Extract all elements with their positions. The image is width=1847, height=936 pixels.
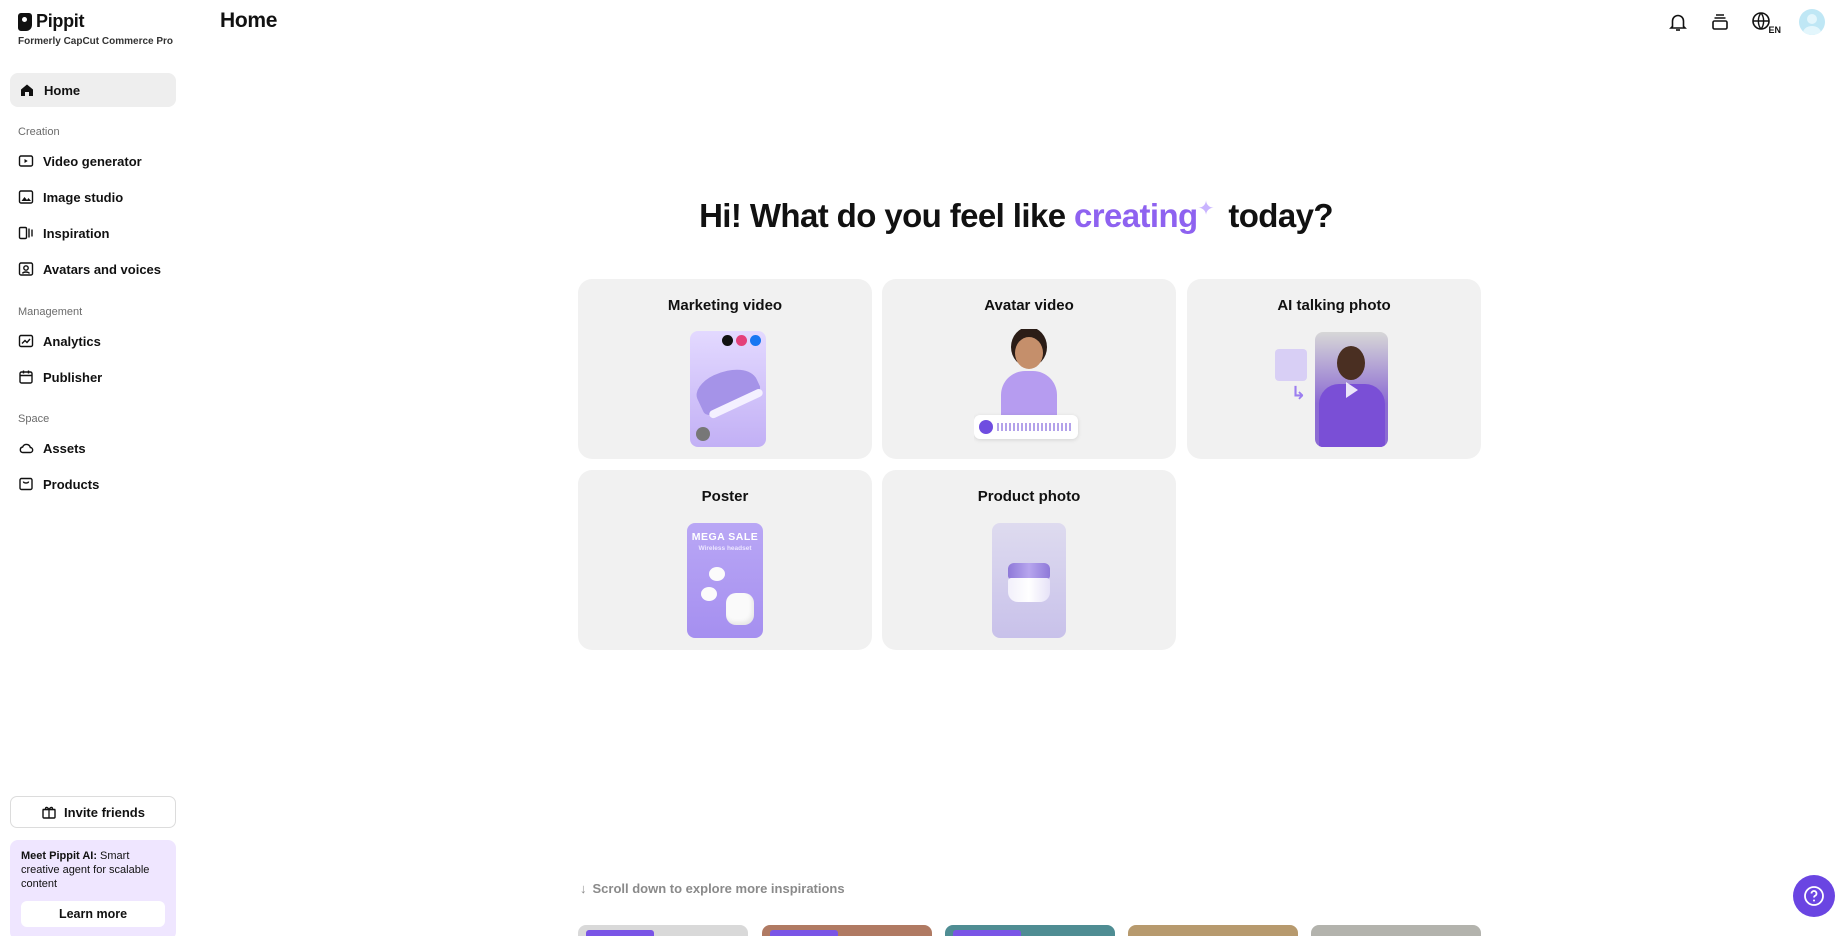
- play-icon: [1346, 382, 1358, 398]
- voice-waveform: [974, 415, 1078, 439]
- card-title: Product photo: [977, 488, 1081, 505]
- cloud-icon: [18, 440, 34, 456]
- sidebar-item-label: Avatars and voices: [43, 261, 162, 277]
- sidebar-item-analytics[interactable]: Analytics: [18, 331, 101, 351]
- play-icon: [696, 427, 710, 441]
- avatar-voice-icon: [18, 261, 34, 277]
- app-root: Pippit Formerly CapCut Commerce Pro Home…: [0, 0, 1847, 936]
- avatar-person-image: [999, 333, 1059, 423]
- social-icons: [722, 335, 761, 346]
- top-toolbar: EN: [1667, 9, 1825, 35]
- source-photo-thumbnail: [1275, 349, 1307, 381]
- sidebar-item-label: Assets: [43, 440, 86, 456]
- bell-icon[interactable]: [1667, 11, 1689, 33]
- sidebar-item-label: Analytics: [43, 333, 101, 349]
- scroll-hint-text: Scroll down to explore more inspirations: [592, 881, 845, 896]
- inspiration-thumbnail[interactable]: [1311, 925, 1481, 936]
- play-icon: [979, 420, 993, 434]
- sidebar-item-video-generator[interactable]: Video generator: [18, 151, 142, 171]
- hero-prefix: Hi! What do you feel like: [699, 197, 1075, 234]
- arrow-down-icon: ↓: [580, 881, 587, 896]
- earbud-case-image: [726, 593, 754, 625]
- gift-icon: [41, 804, 57, 820]
- cream-jar-image: [1008, 563, 1050, 603]
- sidebar-item-label: Publisher: [43, 369, 103, 385]
- sneaker-image: [691, 359, 763, 419]
- sidebar-item-products[interactable]: Products: [18, 474, 99, 494]
- sidebar: Pippit Formerly CapCut Commerce Pro Home…: [0, 0, 185, 936]
- help-button[interactable]: [1793, 875, 1835, 917]
- calendar-icon: [18, 369, 34, 385]
- card-title: Avatar video: [984, 297, 1074, 314]
- hero-suffix: today?: [1219, 197, 1333, 234]
- inspiration-thumbnail[interactable]: [762, 925, 932, 936]
- sidebar-section-space: Space: [18, 413, 50, 425]
- language-selector[interactable]: EN: [1751, 11, 1781, 35]
- learn-more-button[interactable]: Learn more: [21, 901, 165, 927]
- avatar-video-thumbnail: [974, 329, 1084, 449]
- card-marketing-video[interactable]: Marketing video: [578, 279, 872, 459]
- instagram-icon: [736, 335, 747, 346]
- card-ai-talking-photo[interactable]: AI talking photo ↳: [1187, 279, 1481, 459]
- pippit-ai-promo: Meet Pippit AI: Smart creative agent for…: [10, 840, 176, 936]
- sidebar-section-creation: Creation: [18, 126, 60, 138]
- language-code: EN: [1768, 25, 1781, 35]
- hero-heading: Hi! What do you feel like creating✦ toda…: [0, 196, 1847, 235]
- analytics-icon: [18, 333, 34, 349]
- sidebar-item-label: Products: [43, 476, 100, 492]
- poster-thumbnail: MEGA SALE Wireless headset: [687, 523, 763, 638]
- card-poster[interactable]: Poster MEGA SALE Wireless headset: [578, 470, 872, 650]
- card-product-photo[interactable]: Product photo: [882, 470, 1176, 650]
- hero-accent: creating: [1074, 197, 1198, 234]
- arrow-icon: ↳: [1291, 383, 1307, 403]
- invite-friends-label: Invite friends: [64, 804, 145, 820]
- brand-subtitle: Formerly CapCut Commerce Pro: [18, 36, 174, 47]
- inspiration-thumbnail[interactable]: [578, 925, 748, 936]
- video-plus-icon: [18, 153, 34, 169]
- tiktok-icon: [722, 335, 733, 346]
- inspiration-thumbnail[interactable]: [1128, 925, 1298, 936]
- scroll-hint: ↓ Scroll down to explore more inspiratio…: [580, 881, 845, 896]
- card-title: Marketing video: [667, 297, 783, 314]
- page-title: Home: [220, 9, 278, 32]
- promo-text: Meet Pippit AI: Smart creative agent for…: [21, 849, 165, 891]
- invite-friends-button[interactable]: Invite friends: [10, 796, 176, 828]
- earbud-image: [709, 567, 725, 581]
- sidebar-item-publisher[interactable]: Publisher: [18, 367, 102, 387]
- stack-icon[interactable]: [1709, 11, 1731, 33]
- sidebar-item-avatars-and-voices[interactable]: Avatars and voices: [18, 259, 161, 279]
- inspiration-thumbnail[interactable]: [945, 925, 1115, 936]
- product-photo-thumbnail: [992, 523, 1066, 638]
- pippit-logo-icon: [18, 12, 32, 31]
- home-icon: [19, 82, 35, 98]
- card-title: Poster: [701, 488, 749, 505]
- brand[interactable]: Pippit Formerly CapCut Commerce Pro: [18, 11, 173, 47]
- box-icon: [18, 476, 34, 492]
- brand-name: Pippit: [36, 11, 85, 31]
- poster-subtext: Wireless headset: [698, 545, 752, 552]
- sparkle-icon: ✦: [1197, 198, 1215, 220]
- question-icon: [1804, 886, 1824, 906]
- sidebar-item-label: Home: [44, 82, 81, 98]
- facebook-icon: [750, 335, 761, 346]
- sidebar-item-home[interactable]: Home: [10, 73, 176, 107]
- talking-photo-thumbnail: [1315, 332, 1388, 447]
- card-title: AI talking photo: [1277, 297, 1391, 314]
- earbud-image: [701, 587, 717, 601]
- sidebar-section-management: Management: [18, 306, 83, 318]
- sidebar-item-label: Video generator: [43, 153, 142, 169]
- card-avatar-video[interactable]: Avatar video: [882, 279, 1176, 459]
- sidebar-item-assets[interactable]: Assets: [18, 438, 86, 458]
- user-avatar[interactable]: [1799, 9, 1825, 35]
- poster-headline: MEGA SALE: [691, 531, 759, 543]
- promo-bold: Meet Pippit AI:: [21, 850, 97, 862]
- marketing-video-thumbnail: [690, 331, 766, 447]
